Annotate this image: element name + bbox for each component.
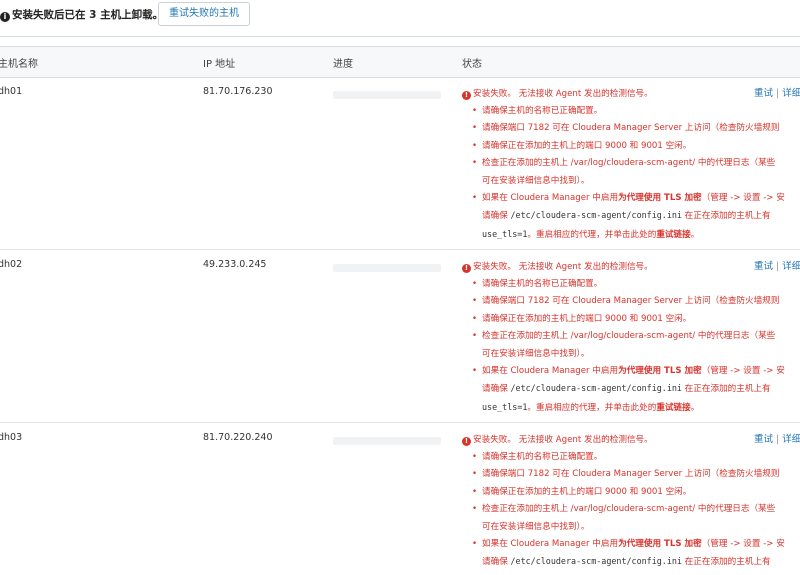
reason-agent-log: 检查正在添加的主机上 /var/log/cloudera-scm-agent/ …	[472, 328, 800, 363]
reason-hostname: 请确保主机的名称已正确配置。	[472, 276, 800, 294]
reason-hostname: 请确保主机的名称已正确配置。	[472, 103, 800, 121]
info-circle-icon: i	[0, 12, 10, 22]
action-separator: |	[776, 434, 780, 445]
reason-tls-path: （管理 -> 设置 -> 安	[701, 366, 785, 377]
retry-link-text: 重试链接	[656, 402, 691, 413]
reason-tls-host-text: 在正在添加的主机上有	[681, 557, 771, 568]
status-title-text: 安装失败。 无法接收 Agent 发出的检测信号。	[473, 435, 653, 445]
reason-tls-ensure: 请确保	[482, 557, 511, 568]
table-row: dh01 81.70.176.230 ! 安装失败。 无法接收 Agent 发出的…	[0, 77, 800, 250]
reason-ports-9000-9001: 请确保正在添加的主机上的端口 9000 和 9001 空闲。	[472, 311, 800, 329]
retry-link[interactable]: 重试	[754, 434, 773, 445]
reason-tls-end: 。	[690, 229, 700, 240]
row-actions: 重试 | 详细	[754, 85, 800, 99]
status-cell: !安装失败。 无法接收 Agent 发出的检测信号。 请确保主机的名称已正确配置…	[462, 431, 800, 572]
status-title: ! 安装失败。 无法接收 Agent 发出的检测信号。	[462, 431, 800, 449]
reason-ports-9000-9001: 请确保正在添加的主机上的端口 9000 和 9001 空闲。	[472, 138, 800, 156]
failure-reasons-list: 请确保主机的名称已正确配置。 请确保端口 7182 可在 Cloudera Ma…	[462, 103, 800, 244]
reason-tls-setting-name: 为代理使用 TLS 加密	[618, 366, 702, 377]
config-file-path: /etc/cloudera-scm-agent/config.ini	[510, 556, 682, 567]
details-link[interactable]: 详细	[782, 88, 800, 99]
retry-link[interactable]: 重试	[754, 261, 773, 272]
reason-agent-log-line2: 可在安装详细信息中找到）。	[482, 348, 590, 359]
retry-failed-hosts-button[interactable]: 重试失败的主机	[158, 2, 250, 26]
reason-tls: 如果在 Cloudera Manager 中启用为代理使用 TLS 加密（管理 …	[472, 536, 800, 572]
reason-tls-host-text: 在正在添加的主机上有	[681, 211, 771, 222]
error-circle-icon: !	[462, 437, 471, 446]
column-header-progress[interactable]: 进度	[333, 55, 353, 70]
reason-ports-9000-9001: 请确保正在添加的主机上的端口 9000 和 9001 空闲。	[472, 484, 800, 502]
reason-tls-host-text: 在正在添加的主机上有	[681, 384, 771, 395]
hostname-cell: dh02	[0, 259, 23, 270]
reason-port-7182: 请确保端口 7182 可在 Cloudera Manager Server 上访…	[472, 120, 800, 138]
reason-tls-text: 如果在 Cloudera Manager 中启用	[482, 193, 619, 204]
action-separator: |	[776, 88, 780, 99]
reason-agent-log: 检查正在添加的主机上 /var/log/cloudera-scm-agent/ …	[472, 501, 800, 536]
hostname-cell: dh03	[0, 432, 23, 443]
action-separator: |	[776, 261, 780, 272]
progress-bar	[333, 264, 441, 272]
details-link[interactable]: 详细	[782, 434, 800, 445]
reason-tls-restart-text: 。重启相应的代理，并单击此处的	[527, 402, 657, 413]
use-tls-setting: use_tls=1	[482, 401, 528, 412]
row-actions: 重试 | 详细	[754, 258, 800, 272]
reason-tls-path: （管理 -> 设置 -> 安	[701, 539, 785, 550]
reason-tls-setting-name: 为代理使用 TLS 加密	[618, 539, 702, 550]
status-cell: !安装失败。 无法接收 Agent 发出的检测信号。 请确保主机的名称已正确配置…	[462, 85, 800, 244]
column-header-status[interactable]: 状态	[462, 55, 482, 70]
status-title: ! 安装失败。 无法接收 Agent 发出的检测信号。	[462, 85, 800, 103]
table-row: dh03 81.70.220.240 ! 安装失败。 无法接收 Agent 发出的…	[0, 423, 800, 575]
reason-tls-ensure: 请确保	[482, 384, 511, 395]
column-header-ip[interactable]: IP 地址	[203, 55, 235, 70]
banner-message-text: 安装失败后已在 3 主机上卸载。	[12, 9, 164, 21]
status-title-text: 安装失败。 无法接收 Agent 发出的检测信号。	[473, 262, 653, 272]
column-header-hostname[interactable]: 主机名称	[0, 55, 38, 70]
config-file-path: /etc/cloudera-scm-agent/config.ini	[510, 383, 682, 394]
details-link[interactable]: 详细	[782, 261, 800, 272]
ip-cell: 49.233.0.245	[203, 259, 267, 270]
reason-port-7182: 请确保端口 7182 可在 Cloudera Manager Server 上访…	[472, 293, 800, 311]
reason-agent-log-line1: 检查正在添加的主机上 /var/log/cloudera-scm-agent/ …	[482, 331, 776, 342]
hostname-cell: dh01	[0, 86, 23, 97]
reason-tls-restart-text: 。重启相应的代理，并单击此处的	[527, 229, 657, 240]
top-banner: i 安装失败后已在 3 主机上卸载。 重试失败的主机	[0, 0, 800, 37]
reason-agent-log-line1: 检查正在添加的主机上 /var/log/cloudera-scm-agent/ …	[482, 158, 776, 169]
error-circle-icon: !	[462, 91, 471, 100]
ip-cell: 81.70.176.230	[203, 86, 273, 97]
reason-agent-log-line1: 检查正在添加的主机上 /var/log/cloudera-scm-agent/ …	[482, 504, 776, 515]
status-title: ! 安装失败。 无法接收 Agent 发出的检测信号。	[462, 258, 800, 276]
reason-tls-text: 如果在 Cloudera Manager 中启用	[482, 366, 619, 377]
reason-tls: 如果在 Cloudera Manager 中启用为代理使用 TLS 加密（管理 …	[472, 363, 800, 417]
config-file-path: /etc/cloudera-scm-agent/config.ini	[510, 210, 682, 221]
progress-bar	[333, 437, 441, 445]
banner-message: i 安装失败后已在 3 主机上卸载。	[0, 7, 163, 22]
failure-reasons-list: 请确保主机的名称已正确配置。 请确保端口 7182 可在 Cloudera Ma…	[462, 276, 800, 417]
reason-tls-ensure: 请确保	[482, 211, 511, 222]
status-cell: !安装失败。 无法接收 Agent 发出的检测信号。 请确保主机的名称已正确配置…	[462, 258, 800, 417]
retry-link-text: 重试链接	[656, 229, 691, 240]
reason-agent-log-line2: 可在安装详细信息中找到）。	[482, 521, 590, 532]
reason-hostname: 请确保主机的名称已正确配置。	[472, 449, 800, 467]
reason-tls-path: （管理 -> 设置 -> 安	[701, 193, 785, 204]
reason-tls-text: 如果在 Cloudera Manager 中启用	[482, 539, 619, 550]
reason-agent-log-line2: 可在安装详细信息中找到）。	[482, 175, 590, 186]
table-row: dh02 49.233.0.245 ! 安装失败。 无法接收 Agent 发出的检…	[0, 250, 800, 423]
status-title-text: 安装失败。 无法接收 Agent 发出的检测信号。	[473, 89, 653, 99]
failure-reasons-list: 请确保主机的名称已正确配置。 请确保端口 7182 可在 Cloudera Ma…	[462, 449, 800, 572]
error-circle-icon: !	[462, 264, 471, 273]
reason-tls: 如果在 Cloudera Manager 中启用为代理使用 TLS 加密（管理 …	[472, 190, 800, 244]
ip-cell: 81.70.220.240	[203, 432, 273, 443]
progress-bar	[333, 91, 441, 99]
reason-tls-end: 。	[690, 402, 700, 413]
reason-port-7182: 请确保端口 7182 可在 Cloudera Manager Server 上访…	[472, 466, 800, 484]
use-tls-setting: use_tls=1	[482, 228, 528, 239]
reason-agent-log: 检查正在添加的主机上 /var/log/cloudera-scm-agent/ …	[472, 155, 800, 190]
row-actions: 重试 | 详细	[754, 431, 800, 445]
retry-link[interactable]: 重试	[754, 88, 773, 99]
table-header: 主机名称 IP 地址 进度 状态	[0, 46, 800, 78]
reason-tls-setting-name: 为代理使用 TLS 加密	[618, 193, 702, 204]
